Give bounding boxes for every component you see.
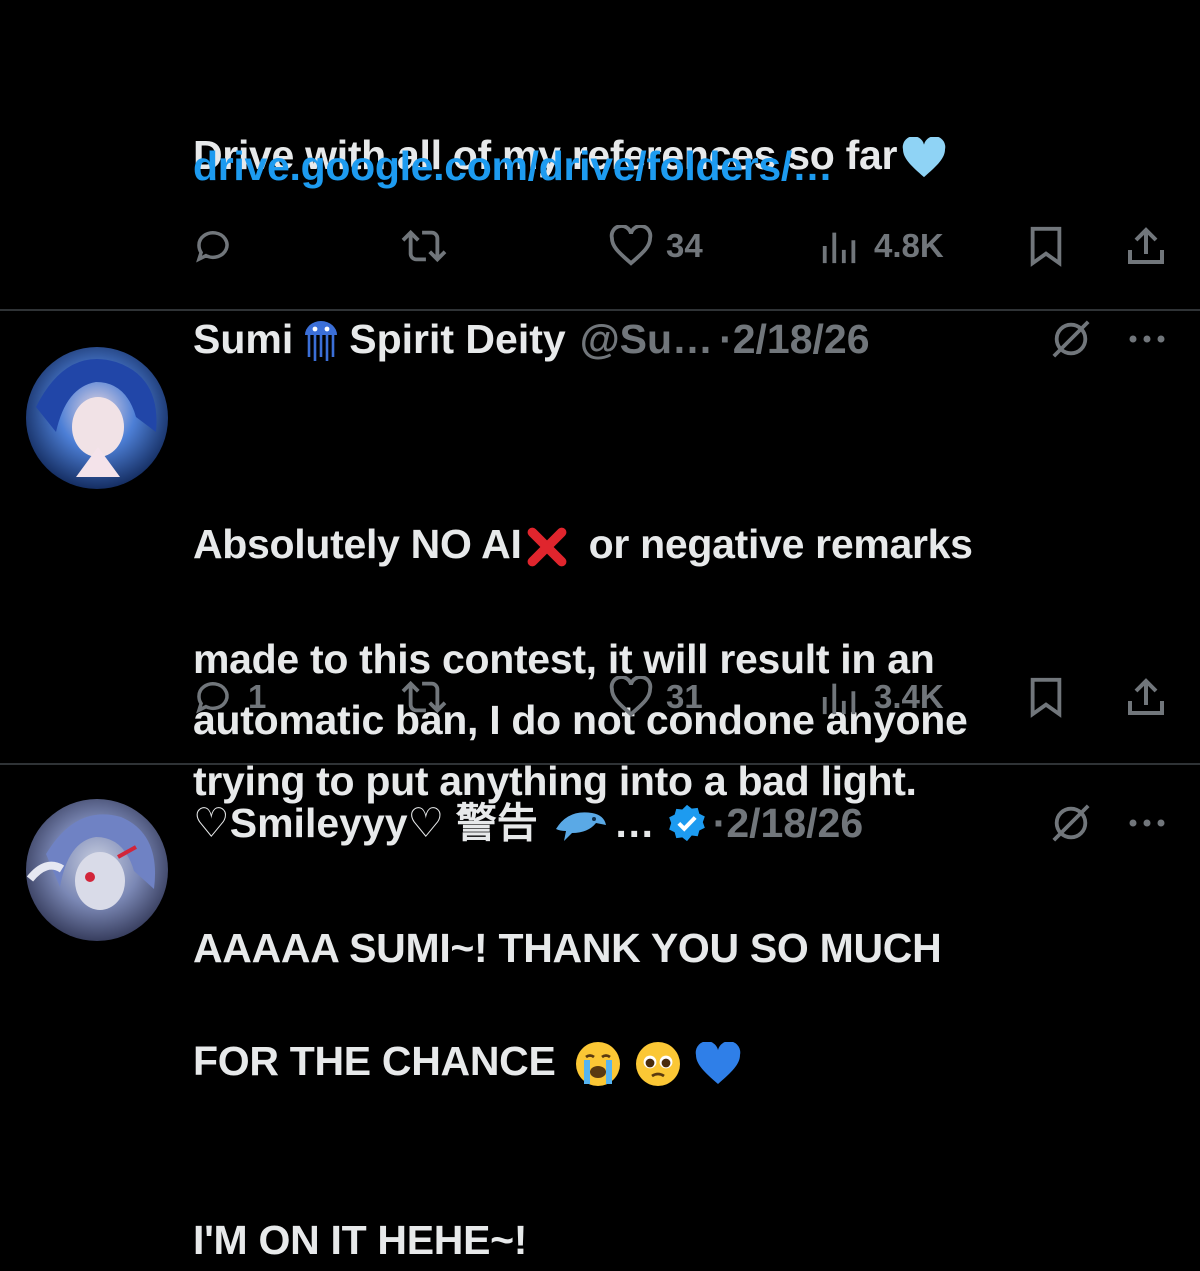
view-count: 4.8K xyxy=(874,227,944,264)
grok-button[interactable] xyxy=(1050,311,1092,367)
bookmark-icon xyxy=(1030,226,1062,267)
grok-icon xyxy=(1052,804,1090,842)
tweet-1[interactable]: Drive with all of my references so far d… xyxy=(0,0,1200,310)
heart-icon xyxy=(609,676,653,717)
reply-icon xyxy=(196,682,229,714)
loudly-crying-face-icon xyxy=(574,979,622,1149)
more-icon xyxy=(1129,819,1165,827)
avatar[interactable] xyxy=(26,799,168,941)
blue-heart-icon xyxy=(694,981,742,1147)
reply-icon xyxy=(196,231,229,263)
bookmark-icon xyxy=(1030,677,1062,718)
timestamp[interactable]: 2/18/26 xyxy=(733,311,870,367)
name-ellipsis: … xyxy=(613,800,655,846)
tweet-text: Absolutely NO AI or negative remarks mad… xyxy=(193,404,1183,812)
tweet-actions: 1 31 3.4K xyxy=(0,667,1200,727)
more-icon xyxy=(1129,335,1165,343)
retweet-button[interactable] xyxy=(398,667,450,727)
retweet-icon xyxy=(401,229,447,263)
share-icon xyxy=(1128,227,1164,264)
dolphin-icon xyxy=(552,801,608,845)
grok-icon xyxy=(1052,320,1090,358)
display-name[interactable]: Sumi xyxy=(193,311,293,367)
share-icon xyxy=(1128,678,1164,715)
bookmark-button[interactable] xyxy=(1026,667,1066,727)
views-icon xyxy=(822,232,856,264)
reply-button[interactable]: 1 xyxy=(192,667,266,727)
reply-button[interactable] xyxy=(192,216,234,276)
like-button[interactable]: 34 xyxy=(608,216,703,276)
tweet-header: Sumi Spirit Deity @Su… · 2/18/26 xyxy=(193,311,870,367)
retweet-button[interactable] xyxy=(398,216,450,276)
reply-count: 1 xyxy=(248,678,267,715)
grok-button[interactable] xyxy=(1050,795,1092,851)
views-button[interactable]: 4.8K xyxy=(818,216,944,276)
like-count: 31 xyxy=(666,678,703,715)
tweet-header: ♡Smileyyy♡ 警告 … · 2/18/26 xyxy=(193,795,863,851)
share-button[interactable] xyxy=(1124,667,1168,727)
share-button[interactable] xyxy=(1124,216,1168,276)
bookmark-button[interactable] xyxy=(1026,216,1066,276)
red-cross-mark-icon xyxy=(526,465,568,629)
tweet-actions: 34 4.8K xyxy=(0,216,1200,276)
jellyfish-icon xyxy=(299,315,343,363)
views-icon xyxy=(822,683,856,715)
like-count: 34 xyxy=(666,227,703,264)
tweet-2[interactable]: Sumi Spirit Deity @Su… · 2/18/26 Absolut… xyxy=(0,311,1200,804)
like-button[interactable]: 31 xyxy=(608,667,703,727)
avatar[interactable] xyxy=(26,347,168,489)
heart-icon xyxy=(609,225,653,266)
tweet-text: AAAAA SUMI~! THANK YOU SO MUCH FOR THE C… xyxy=(193,925,942,1263)
timestamp[interactable]: 2/18/26 xyxy=(726,795,863,851)
drive-link[interactable]: drive.google.com/drive/folders/… xyxy=(193,136,1183,197)
display-name-suffix: Spirit Deity xyxy=(349,316,566,362)
verified-badge-icon xyxy=(667,803,707,843)
separator: · xyxy=(719,316,733,362)
tweet-text: Drive with all of my references so far xyxy=(193,15,1183,240)
pleading-face-icon xyxy=(634,979,682,1149)
handle[interactable]: @Su… xyxy=(580,311,713,367)
more-button[interactable] xyxy=(1126,311,1168,367)
display-name[interactable]: ♡Smileyyy♡ 警告 xyxy=(193,795,538,851)
more-button[interactable] xyxy=(1126,795,1168,851)
view-count: 3.4K xyxy=(874,678,944,715)
views-button[interactable]: 3.4K xyxy=(818,667,944,727)
tweet-3[interactable]: ♡Smileyyy♡ 警告 … · 2/18/26 AAAAA SUMI~! T… xyxy=(0,765,1200,1263)
retweet-icon xyxy=(401,680,447,714)
separator: · xyxy=(712,800,727,846)
